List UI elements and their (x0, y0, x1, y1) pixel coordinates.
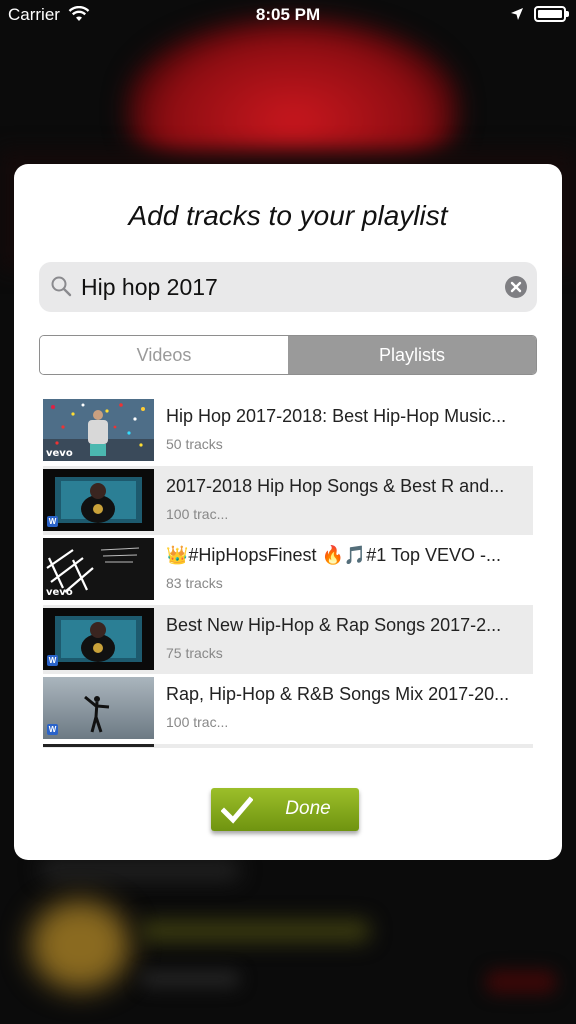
w-badge: W (47, 654, 58, 666)
list-item[interactable]: W 2017-2018 Hip Hop Songs & Best R and..… (43, 465, 533, 535)
playlist-results-list[interactable]: vevo Hip Hop 2017-2018: Best Hip-Hop Mus… (43, 396, 533, 748)
search-input[interactable] (81, 270, 491, 304)
clock: 8:05 PM (255, 5, 321, 24)
blurred-artwork (30, 900, 130, 990)
done-label: Done (285, 798, 331, 819)
list-item[interactable]: W Best New Hip-Hop & Rap Songs 2017-2...… (43, 604, 533, 674)
modal-title: Add tracks to your playlist (128, 200, 448, 231)
playlist-title: Best New Hip-Hop & Rap Songs 2017-2... (166, 614, 502, 635)
track-count: 100 trac... (166, 505, 229, 522)
w-badge: W (47, 515, 58, 527)
segmented-control: Videos Playlists (39, 335, 537, 375)
track-count: 100 trac... (166, 714, 229, 730)
track-count: 83 tracks (166, 575, 223, 591)
add-tracks-modal: Add tracks to your playlist Videos Playl… (14, 164, 562, 860)
playlist-thumbnail: W (43, 607, 154, 670)
playlist-thumbnail: vevo (43, 399, 154, 461)
playlist-title: Rap, Hip-Hop & R&B Songs Mix 2017-20... (166, 684, 510, 704)
search-bar[interactable] (39, 262, 537, 312)
vevo-logo: vevo (46, 448, 73, 459)
location-arrow-icon (511, 8, 523, 20)
playlist-title: Hip Hop 2017-2018: Best Hip-Hop Music... (166, 406, 507, 426)
track-count: 50 tracks (166, 436, 223, 452)
done-button[interactable]: Done (211, 788, 359, 831)
w-badge: W (47, 724, 58, 735)
vevo-logo: vevo (46, 587, 73, 598)
clear-icon (510, 281, 522, 293)
playlist-thumbnail: vevo (43, 538, 154, 600)
status-bar: Carrier 8:05 PM (0, 0, 576, 30)
list-item[interactable] (43, 743, 533, 748)
playlist-thumbnail: W (43, 468, 154, 531)
playlist-thumbnail (43, 743, 154, 747)
playlist-title: 👑#HipHopsFinest 🔥🎵#1 Top VEVO -... (166, 545, 502, 565)
playlist-thumbnail: W (43, 677, 154, 739)
battery-icon (534, 6, 569, 22)
tab-videos[interactable]: Videos (40, 336, 288, 374)
playlist-title: 2017-2018 Hip Hop Songs & Best R and... (166, 475, 505, 496)
checkmark-icon (221, 796, 253, 824)
search-icon (51, 276, 72, 297)
list-item[interactable]: vevo Hip Hop 2017-2018: Best Hip-Hop Mus… (43, 396, 533, 466)
list-item[interactable]: W Rap, Hip-Hop & R&B Songs Mix 2017-20..… (43, 674, 533, 744)
track-count: 75 tracks (166, 644, 223, 661)
clear-search-button[interactable] (505, 276, 527, 298)
list-item[interactable]: vevo 👑#HipHopsFinest 🔥🎵#1 Top VEVO -... … (43, 535, 533, 605)
tab-playlists[interactable]: Playlists (288, 336, 536, 374)
